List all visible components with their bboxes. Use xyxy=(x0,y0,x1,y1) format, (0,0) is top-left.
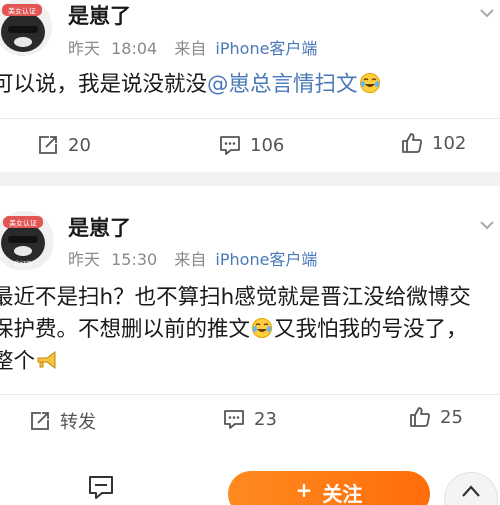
thumbs-up-icon xyxy=(408,405,432,429)
avatar[interactable]: 美女认证 xyxy=(0,0,52,56)
mention-link[interactable]: @崽总言情扫文 xyxy=(207,72,358,97)
like-count: 25 xyxy=(440,406,463,428)
source-device-link[interactable]: iPhone客户端 xyxy=(215,250,317,269)
repost-count: 20 xyxy=(68,134,91,156)
trumpet-emoji-icon xyxy=(36,349,58,371)
divider xyxy=(0,118,500,119)
post-text-line-2: 保护费。不想删以前的推文 又我怕我的号没了， xyxy=(0,314,468,346)
comment-button[interactable]: 106 xyxy=(218,132,284,158)
source-prefix: 来自 xyxy=(174,39,207,58)
comment-button[interactable]: 23 xyxy=(222,406,277,432)
username[interactable]: 是崽了 xyxy=(68,0,131,30)
follow-button[interactable]: + 关注 xyxy=(228,471,430,505)
avatar-badge-text: 美女认证 xyxy=(9,219,37,228)
follow-label: 关注 xyxy=(322,482,363,505)
chevron-down-icon[interactable] xyxy=(478,216,496,234)
post-text-line-3: 整个 xyxy=(0,346,59,378)
like-button[interactable]: 102 xyxy=(400,130,466,156)
laughing-tears-emoji-icon xyxy=(359,72,381,94)
repost-button[interactable]: 转发 xyxy=(28,408,96,434)
post-meta: 昨天 15:30 来自 iPhone客户端 xyxy=(68,246,317,270)
repost-icon xyxy=(28,409,52,433)
comment-icon xyxy=(218,133,242,157)
repost-icon xyxy=(36,133,60,157)
post-text-plain: 整个 xyxy=(0,349,36,374)
comment-icon[interactable] xyxy=(86,472,116,502)
repost-label: 转发 xyxy=(60,412,96,433)
laughing-tears-emoji-icon xyxy=(251,317,273,339)
like-count: 102 xyxy=(432,132,467,154)
like-button[interactable]: 25 xyxy=(408,404,463,430)
post-meta: 昨天 18:04 来自 iPhone客户端 xyxy=(68,35,317,59)
follow-plus: + xyxy=(295,478,313,502)
post-text-line-1: 最近不是扫h？也不算扫h感觉就是晋江没给微博交 xyxy=(0,285,471,310)
comment-icon xyxy=(222,407,246,431)
divider xyxy=(0,394,500,395)
chevron-up-icon[interactable] xyxy=(444,472,498,505)
comment-count: 106 xyxy=(250,134,285,156)
bottom-action-bar: + 关注 xyxy=(0,458,500,505)
avatar-badge-text: 美女认证 xyxy=(8,7,36,16)
post-time: 15:30 xyxy=(111,250,158,269)
post-text-plain: 保护费。不想删以前的推文 xyxy=(0,317,251,342)
post-text-plain: 可以说，我是说没就没 xyxy=(0,72,208,97)
source-prefix: 来自 xyxy=(174,250,207,269)
comment-count: 23 xyxy=(254,408,277,430)
chevron-down-icon[interactable] xyxy=(478,4,496,22)
source-device-link[interactable]: iPhone客户端 xyxy=(215,39,317,58)
post-date: 昨天 xyxy=(68,250,101,269)
avatar[interactable]: 美女认证 我好美 xyxy=(0,211,54,271)
post-date: 昨天 xyxy=(68,39,101,58)
weibo-post-1: 美女认证 是崽了 昨天 18:04 来自 iPhone客户端 可以说，我是说没就… xyxy=(0,0,500,172)
avatar-caption-text: 我好美 xyxy=(14,260,32,268)
post-text: 可以说，我是说没就没@崽总言情扫文 xyxy=(0,69,382,101)
thumbs-up-icon xyxy=(400,131,424,155)
weibo-post-2: 美女认证 我好美 是崽了 昨天 15:30 来自 iPhone客户端 最近不是扫… xyxy=(0,186,500,458)
repost-button[interactable]: 20 xyxy=(36,132,91,158)
username[interactable]: 是崽了 xyxy=(68,212,131,242)
post-text-plain: 又我怕我的号没了， xyxy=(274,317,468,342)
post-time: 18:04 xyxy=(111,39,158,58)
